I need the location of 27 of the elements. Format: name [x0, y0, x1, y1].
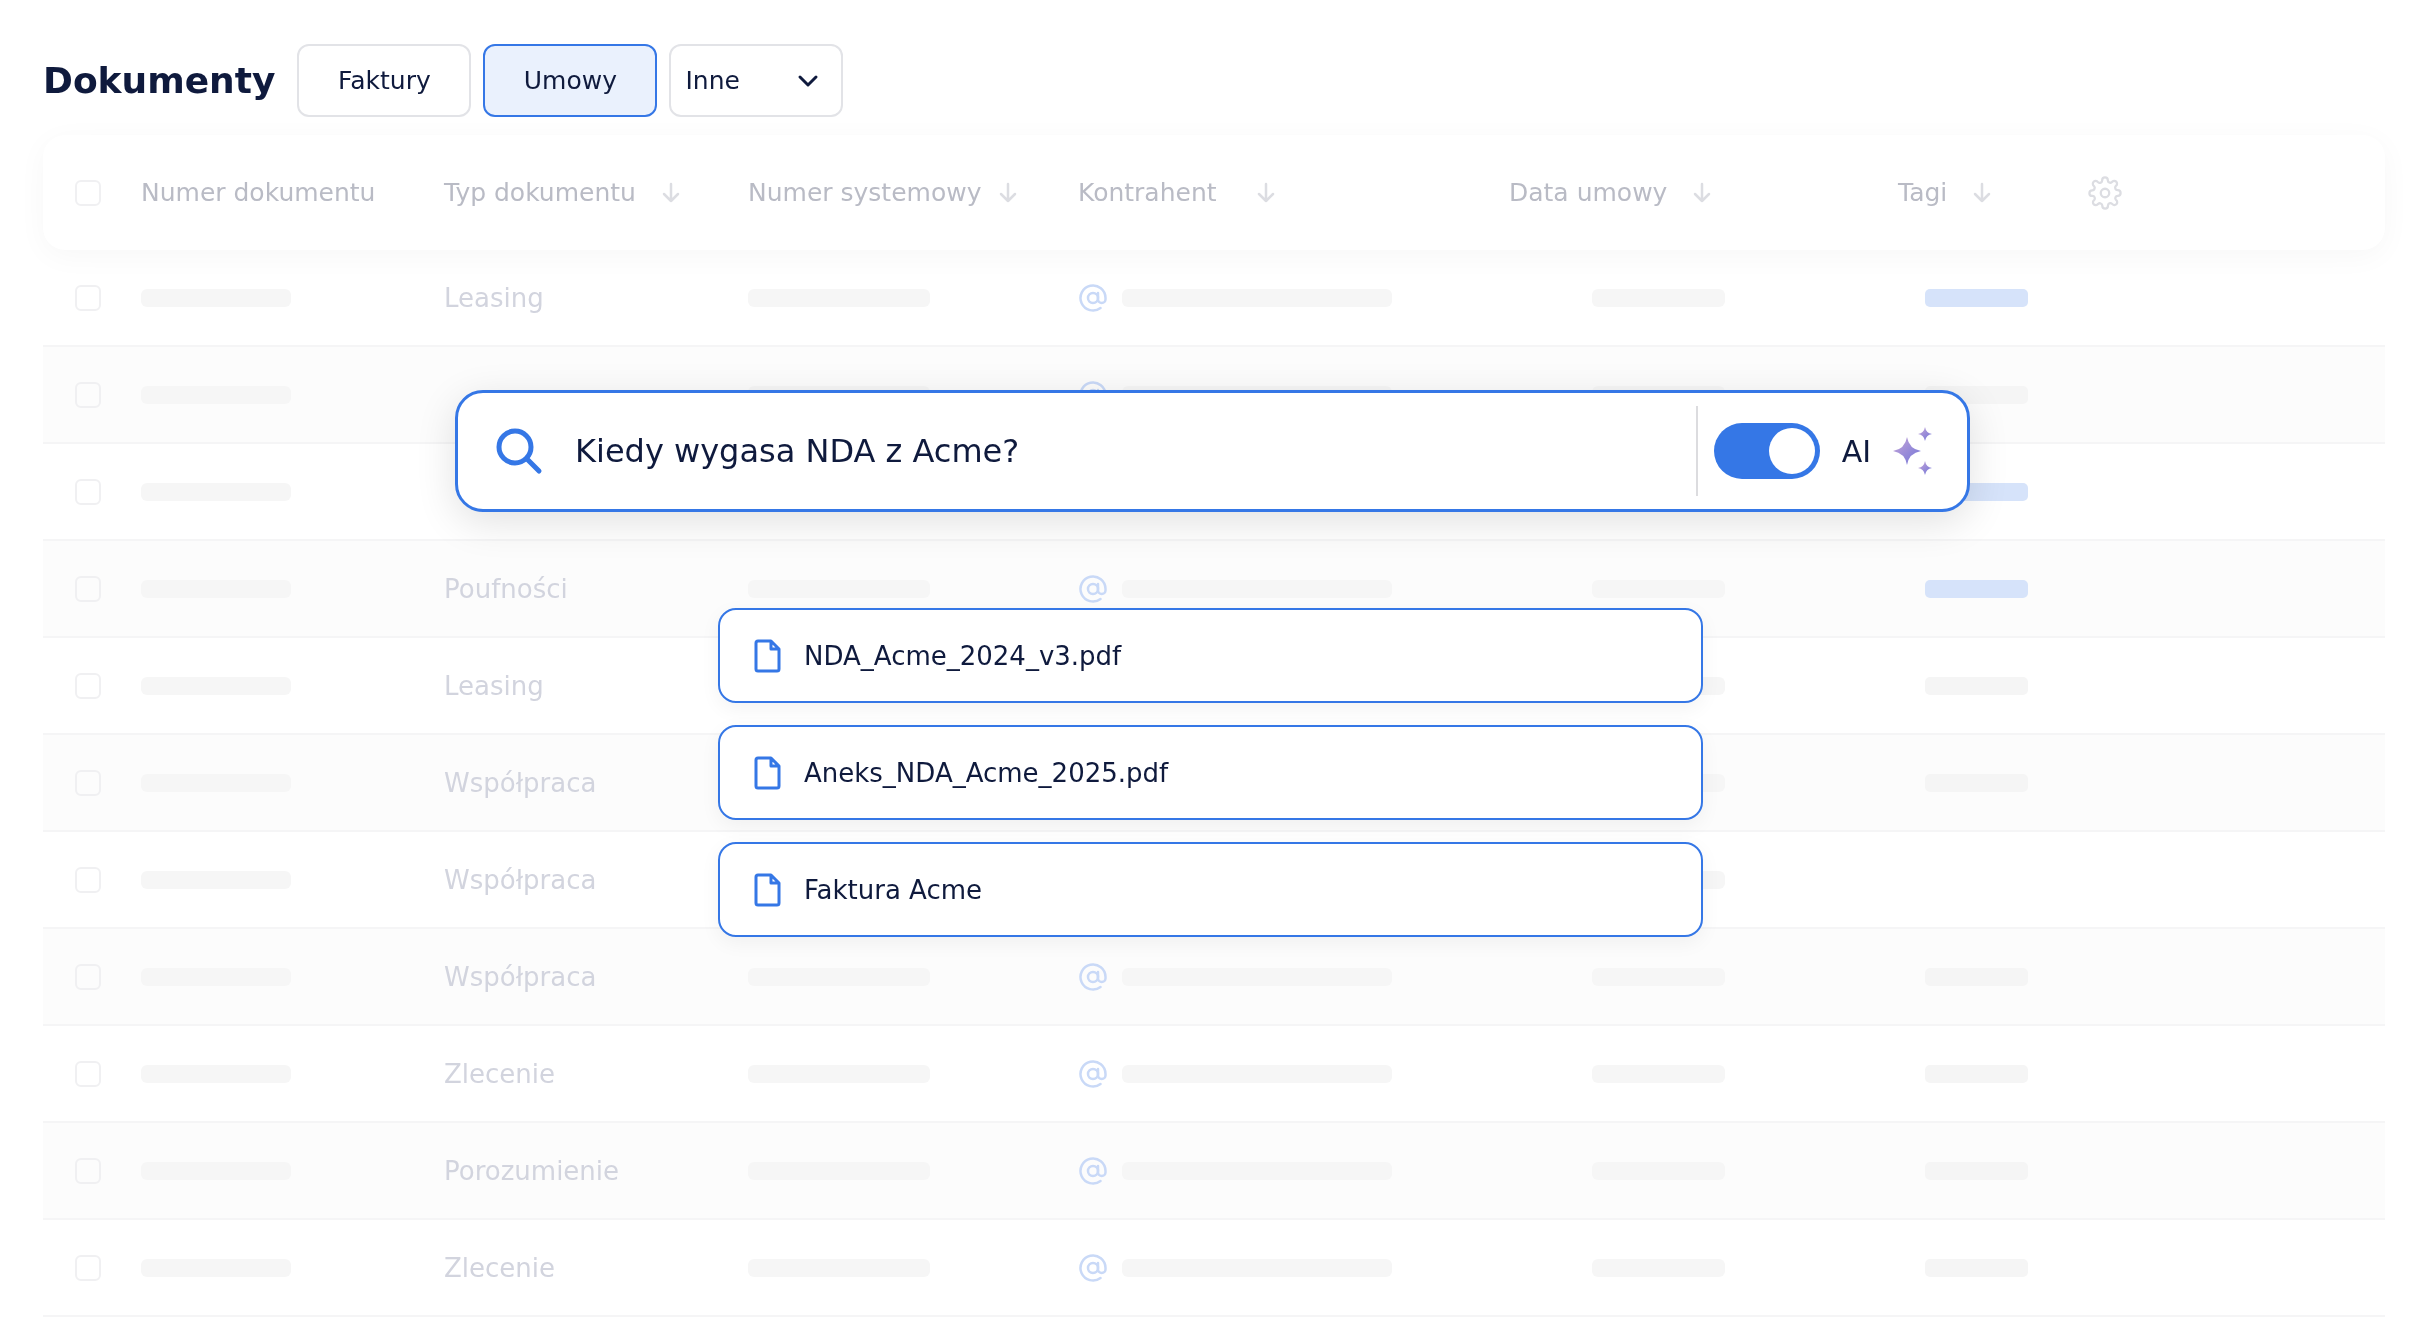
sort-arrow-icon[interactable] — [1973, 181, 1992, 204]
search-result[interactable]: Aneks_NDA_Acme_2025.pdf — [718, 725, 1703, 820]
file-icon — [754, 638, 782, 673]
at-sign-icon — [1078, 573, 1108, 604]
filter-dropdown[interactable]: Inne — [669, 44, 844, 117]
sort-arrow-icon[interactable] — [999, 181, 1018, 204]
chevron-down-icon — [797, 73, 820, 88]
file-icon — [754, 755, 782, 790]
filter-tab[interactable]: Umowy — [483, 44, 658, 117]
sort-arrow-icon[interactable] — [1693, 181, 1712, 204]
filter-tab[interactable]: Faktury — [297, 44, 472, 117]
sort-arrow-icon[interactable] — [1256, 181, 1275, 204]
search-result[interactable]: Faktura Acme — [718, 842, 1703, 937]
at-sign-icon — [1078, 1252, 1108, 1283]
page-title: Dokumenty — [43, 60, 276, 101]
at-sign-icon — [1078, 282, 1108, 313]
search-field[interactable]: Kiedy wygasa NDA z Acme? AI — [455, 390, 1970, 512]
search-result[interactable]: NDA_Acme_2024_v3.pdf — [718, 608, 1703, 703]
at-sign-icon — [1078, 1058, 1108, 1089]
at-sign-icon — [1078, 961, 1108, 992]
ai-label: AI — [1841, 433, 1871, 469]
file-icon — [754, 872, 782, 907]
ai-toggle[interactable] — [1713, 423, 1820, 479]
search-query: Kiedy wygasa NDA z Acme? — [575, 432, 1021, 470]
sort-arrow-icon[interactable] — [661, 181, 680, 204]
settings-icon[interactable] — [2088, 175, 2122, 210]
at-sign-icon — [1078, 1155, 1108, 1186]
